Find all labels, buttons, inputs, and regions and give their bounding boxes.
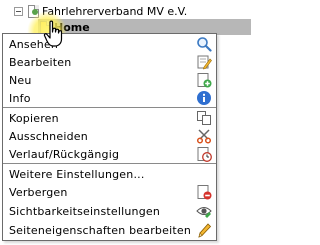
hand-cursor-icon [43, 20, 69, 48]
menu-item-label: Ausschneiden [9, 129, 88, 143]
collapse-icon[interactable] [14, 6, 23, 16]
menu-item-label: Sichtbarkeitseinstellungen [9, 204, 161, 218]
menu-item-verbergen[interactable]: Verbergen [3, 183, 216, 201]
history-icon [196, 146, 212, 162]
menu-item-label: Neu [9, 73, 32, 87]
menu-item-weitere-einstellungen[interactable]: Weitere Einstellungen... [3, 165, 216, 183]
scissors-icon [196, 128, 212, 144]
menu-item-info[interactable]: Info [3, 89, 216, 107]
visibility-icon [196, 203, 212, 219]
new-page-icon [196, 72, 212, 88]
menu-item-neu[interactable]: Neu [3, 71, 216, 89]
menu-item-label: Bearbeiten [9, 55, 72, 69]
pencil-icon [196, 222, 212, 238]
menu-item-label: Seiteneigenschaften bearbeiten [9, 223, 191, 237]
menu-item-ausschneiden[interactable]: Ausschneiden [3, 127, 216, 145]
menu-item-label: Info [9, 91, 31, 105]
magnifier-icon [196, 36, 212, 52]
menu-item-label: Weitere Einstellungen... [9, 167, 145, 181]
edit-page-icon [196, 54, 212, 70]
menu-item-seiteneigenschaften[interactable]: Seiteneigenschaften bearbeiten [3, 221, 216, 239]
menu-item-verlauf[interactable]: Verlauf/Rückgängig [3, 145, 216, 163]
tree-node-label: Fahrlehrerverband MV e.V. [42, 4, 188, 18]
menu-item-label: Kopieren [9, 111, 59, 125]
menu-item-label: Verbergen [9, 185, 68, 199]
menu-item-label: Verlauf/Rückgängig [9, 147, 120, 161]
menu-item-bearbeiten[interactable]: Bearbeiten [3, 53, 216, 71]
context-menu: Ansehen Bearbeiten Neu Info Kopieren Aus… [2, 33, 217, 241]
hide-page-icon [196, 184, 212, 200]
menu-item-kopieren[interactable]: Kopieren [3, 109, 216, 127]
menu-separator [3, 107, 216, 108]
menu-item-ansehen[interactable]: Ansehen [3, 35, 216, 53]
menu-separator [3, 163, 216, 164]
copy-icon [196, 110, 212, 126]
info-icon [196, 90, 212, 106]
menu-item-sichtbarkeitseinstellungen[interactable]: Sichtbarkeitseinstellungen [3, 201, 216, 221]
